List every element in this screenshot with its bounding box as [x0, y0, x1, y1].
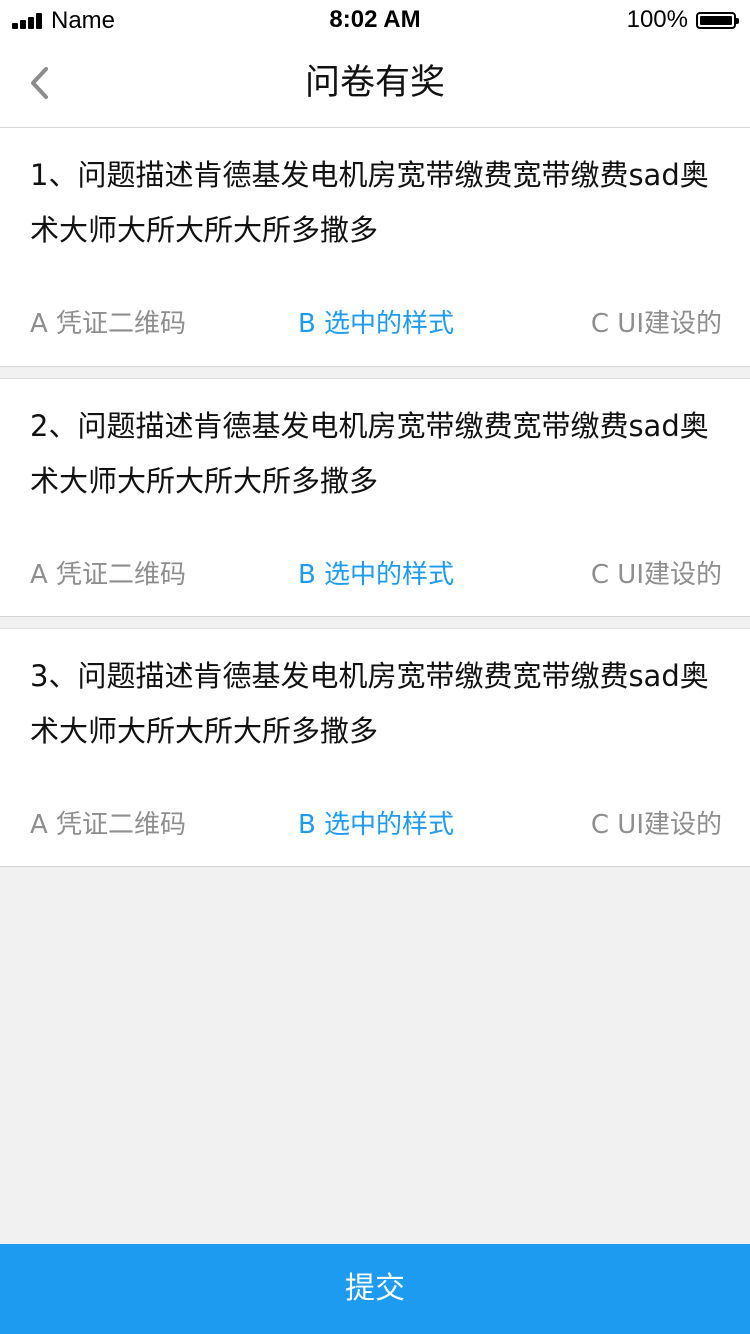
answer-options: A 凭证二维码 B 选中的样式 C UI建设的 — [30, 555, 722, 595]
answer-options: A 凭证二维码 B 选中的样式 C UI建设的 — [30, 805, 722, 845]
status-right: 100% — [626, 6, 739, 34]
chevron-left-icon — [31, 67, 48, 99]
nav-bar: 问卷有奖 — [0, 40, 750, 128]
question-text: 3、问题描述肯德基发电机房宽带缴费宽带缴费sad奥术大师大所大所大所多撒多 — [30, 659, 709, 748]
question-card: 2、问题描述肯德基发电机房宽带缴费宽带缴费sad奥术大师大所大所大所多撒多 A … — [0, 378, 750, 617]
battery-icon — [696, 11, 739, 29]
option-c[interactable]: C UI建设的 — [591, 805, 722, 845]
option-c[interactable]: C UI建设的 — [591, 304, 722, 344]
option-c[interactable]: C UI建设的 — [591, 555, 722, 595]
question-text: 1、问题描述肯德基发电机房宽带缴费宽带缴费sad奥术大师大所大所大所多撒多 — [30, 158, 709, 247]
battery-fill — [700, 15, 732, 25]
page-title: 问卷有奖 — [304, 63, 445, 103]
submit-button[interactable]: 提交 — [0, 1244, 750, 1334]
question-card: 1、问题描述肯德基发电机房宽带缴费宽带缴费sad奥术大师大所大所大所多撒多 A … — [0, 128, 750, 367]
answer-options: A 凭证二维码 B 选中的样式 C UI建设的 — [30, 304, 722, 344]
back-button[interactable] — [18, 58, 62, 108]
question-card: 3、问题描述肯德基发电机房宽带缴费宽带缴费sad奥术大师大所大所大所多撒多 A … — [0, 628, 750, 867]
question-text: 2、问题描述肯德基发电机房宽带缴费宽带缴费sad奥术大师大所大所大所多撒多 — [30, 409, 709, 498]
status-bar: Name 8:02 AM 100% — [0, 0, 750, 40]
battery-percent: 100% — [626, 6, 688, 33]
